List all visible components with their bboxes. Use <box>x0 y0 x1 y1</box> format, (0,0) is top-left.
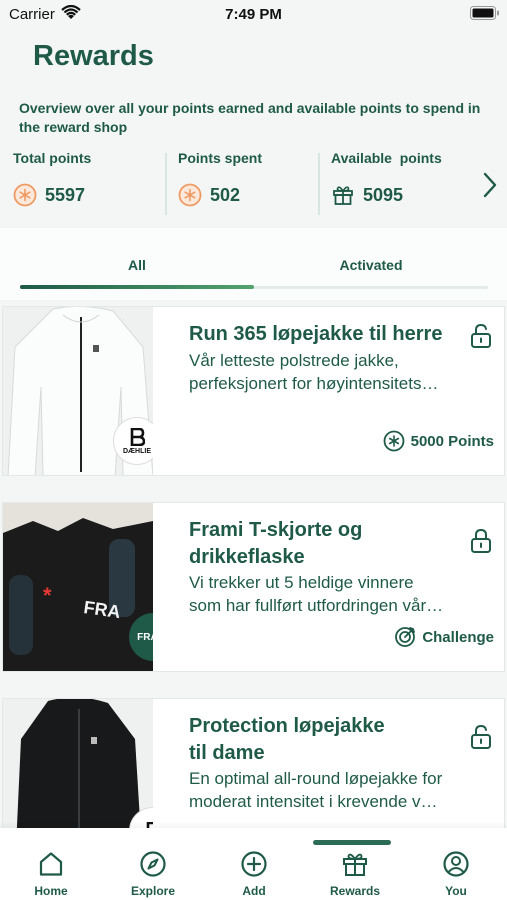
svg-text:*: * <box>43 583 52 608</box>
lock-open-icon <box>471 724 491 749</box>
total-points-box: Total points 5597 <box>13 150 153 218</box>
reward-description-line: Vi trekker ut 5 heldige vinnere <box>189 573 414 592</box>
reward-card[interactable]: FRA * FRAMI Frami T-skjorte og drikkefla… <box>2 502 505 672</box>
nav-label: Explore <box>130 884 175 898</box>
reward-title: Frami T-skjorte og drikkeflaske <box>189 517 469 571</box>
spent-points-box: Points spent 502 <box>178 150 318 218</box>
brand-logo-text: FRAMI <box>137 631 153 643</box>
points-summary: Total points 5597 Points spent 502 Avail… <box>0 150 507 230</box>
reward-description-line: Vår letteste polstrede jakke, <box>189 351 399 370</box>
home-icon <box>39 852 63 876</box>
reward-title: Protection løpejakke til dame <box>189 713 469 767</box>
reward-cost: 5000 Points <box>383 430 494 452</box>
divider <box>318 153 320 215</box>
page-subtitle: Overview over all your points earned and… <box>19 100 481 135</box>
tab-indicator <box>20 285 254 289</box>
nav-explore[interactable]: Explore <box>113 828 193 900</box>
nav-you[interactable]: You <box>416 828 496 900</box>
reward-description-line: En optimal all-round løpejakke for <box>189 769 443 788</box>
plus-circle-icon <box>241 851 267 877</box>
reward-description-line: perfeksjonert for høyintensitets… <box>189 374 439 393</box>
bottom-navigation: Home Explore Add Rewards You <box>0 828 507 900</box>
lock-open-icon <box>471 323 491 348</box>
page-title: Rewards <box>33 40 154 72</box>
points-coin-icon <box>178 183 202 207</box>
product-image: FRA * FRAMI <box>3 503 153 671</box>
reward-type: Challenge <box>394 626 494 648</box>
gift-icon <box>333 186 353 205</box>
reward-cost-label: 5000 Points <box>410 432 494 450</box>
brand-logo: DÆHLIE <box>113 417 153 465</box>
reward-title-line: drikkeflaske <box>189 546 305 568</box>
available-points-label: Available points <box>331 150 442 166</box>
reward-description: Vi trekker ut 5 heldige vinnere som har … <box>189 571 499 617</box>
clock-time: 7:49 PM <box>225 6 282 23</box>
total-points-value: 5597 <box>45 184 86 205</box>
points-coin-icon <box>13 183 37 207</box>
gift-icon <box>343 853 367 876</box>
status-bar: Carrier 7:49 PM <box>0 0 507 28</box>
nav-label: You <box>445 884 467 898</box>
nav-rewards[interactable]: Rewards <box>315 828 395 900</box>
nav-home[interactable]: Home <box>11 828 91 900</box>
reward-description: En optimal all-round løpejakke for moder… <box>189 767 499 813</box>
reward-description-line: som har fullført utfordringen vår… <box>189 596 444 615</box>
brand-logo-text: DÆHLIE <box>123 447 151 455</box>
reward-title: Run 365 løpejakke til herre <box>189 323 443 345</box>
divider <box>165 153 167 215</box>
reward-title-line: Protection løpejakke <box>189 715 385 737</box>
spent-points-value: 502 <box>210 184 241 205</box>
nav-add[interactable]: Add <box>214 828 294 900</box>
available-points-value: 5095 <box>363 184 404 205</box>
tab-activated[interactable]: Activated <box>254 257 488 273</box>
nav-active-indicator <box>313 840 391 845</box>
lock-closed-icon <box>471 528 491 553</box>
total-points-label: Total points <box>13 150 92 166</box>
tab-all[interactable]: All <box>20 257 254 273</box>
reward-title-line: Frami T-skjorte og <box>189 519 363 541</box>
spent-points-label: Points spent <box>178 150 263 166</box>
user-icon <box>443 851 469 877</box>
battery-icon <box>470 6 499 20</box>
nav-label: Add <box>242 884 266 898</box>
product-image: DÆHLIE <box>3 307 153 475</box>
tab-bar: All Activated <box>0 228 507 300</box>
reward-type-label: Challenge <box>422 628 494 646</box>
available-points-box: Available points 5095 <box>331 150 481 218</box>
chevron-right-icon[interactable] <box>482 172 498 198</box>
nav-label: Home <box>34 884 68 898</box>
reward-card[interactable]: DÆHLIE Run 365 løpejakke til herre Vår l… <box>2 306 505 476</box>
reward-title-line: til dame <box>189 742 265 764</box>
compass-icon <box>140 851 166 877</box>
nav-label: Rewards <box>329 884 381 898</box>
points-coin-icon <box>383 430 405 452</box>
reward-description-line: moderat intensitet i krevende v… <box>189 792 438 811</box>
reward-description: Vår letteste polstrede jakke, perfeksjon… <box>189 349 499 395</box>
target-icon <box>395 627 416 647</box>
